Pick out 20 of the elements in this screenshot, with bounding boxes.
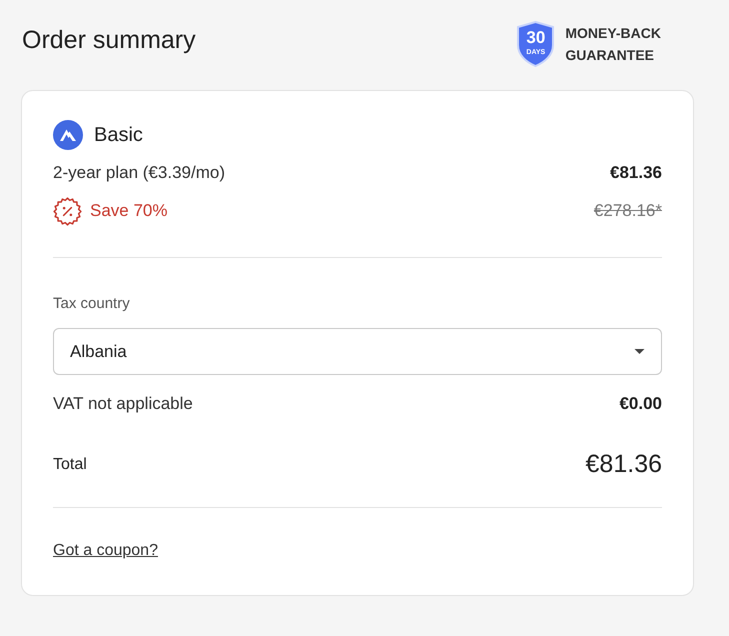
vat-amount: €0.00	[619, 393, 662, 416]
total-amount: €81.36	[586, 449, 662, 480]
mountain-logo-icon	[53, 120, 83, 150]
badge-number: 30	[526, 29, 546, 47]
shield-badge	[516, 21, 556, 67]
guarantee-label: MONEY-BACK GUARANTEE	[565, 24, 661, 65]
caret-down-icon	[634, 349, 645, 354]
page-title: Order summary	[22, 25, 196, 55]
plan-price: €81.36	[610, 162, 662, 184]
field-label: Tax country	[53, 294, 131, 314]
country-select[interactable]: Albania	[53, 328, 662, 375]
vat-label: VAT not applicable	[53, 393, 193, 416]
select-value: Albania	[70, 340, 127, 363]
plan-label: 2-year plan (€3.39/mo)	[53, 162, 225, 184]
total-label: Total	[53, 455, 87, 475]
original-price: €278.16*	[594, 200, 662, 222]
coupon-link[interactable]: Got a coupon?	[53, 539, 158, 563]
percent-badge-icon	[53, 196, 82, 226]
discount-label: Save 70%	[90, 200, 168, 222]
product-name: Basic	[94, 123, 143, 148]
